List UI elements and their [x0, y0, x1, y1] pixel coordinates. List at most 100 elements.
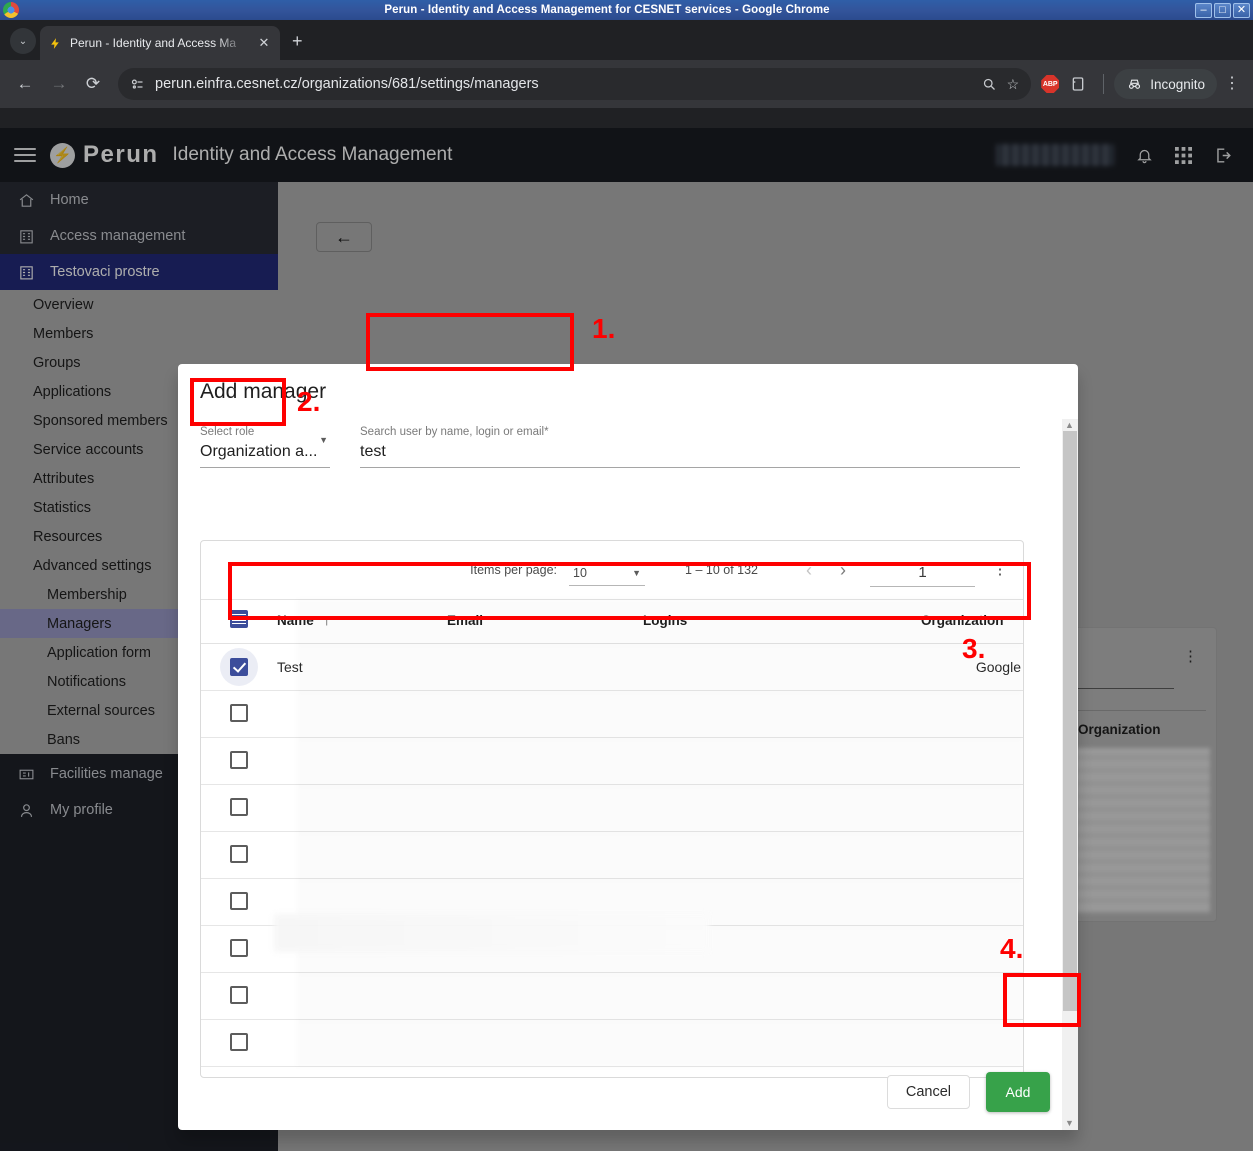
row-select-cell[interactable]: [201, 1020, 277, 1067]
cell-name: Test: [277, 644, 447, 691]
cell-email: [447, 785, 643, 832]
forward-button[interactable]: →: [44, 69, 74, 99]
items-per-page-value: 10: [573, 566, 587, 580]
column-label: Name: [277, 613, 314, 628]
window-titlebar: Perun - Identity and Access Management f…: [0, 0, 1253, 20]
row-select-cell[interactable]: [201, 785, 277, 832]
table-row[interactable]: Test Google: [201, 644, 1024, 691]
minimize-icon: –: [1196, 4, 1211, 17]
maximize-icon: □: [1215, 4, 1230, 17]
paginator-menu-icon[interactable]: ⋮: [991, 566, 1009, 574]
select-role-label: Select role: [200, 426, 330, 438]
results-panel: Items per page: 10 ▼ 1 – 10 of 132 ‹ › 1…: [200, 540, 1024, 1078]
cell-organization: [921, 973, 1024, 1020]
select-all-header[interactable]: [201, 600, 277, 644]
cell-logins: [643, 785, 921, 832]
row-checkbox[interactable]: [230, 986, 248, 1004]
cell-name: [277, 691, 447, 738]
scrollbar-thumb[interactable]: [1063, 431, 1077, 1011]
select-role-value: Organization a...: [200, 443, 330, 461]
add-manager-dialog: Add manager ▲ ▼ Select role Organization…: [178, 364, 1078, 1130]
scroll-up-icon[interactable]: ▲: [1065, 420, 1074, 430]
adblock-plus-icon[interactable]: ABP: [1041, 75, 1059, 93]
add-button[interactable]: Add: [986, 1072, 1050, 1112]
search-user-field[interactable]: Search user by name, login or email* tes…: [360, 426, 1020, 468]
cell-organization: [921, 691, 1024, 738]
row-checkbox[interactable]: [230, 751, 248, 769]
maximize-button[interactable]: □: [1214, 3, 1231, 18]
column-header-email[interactable]: Email: [447, 600, 643, 644]
dialog-scrollbar[interactable]: ▲ ▼: [1062, 419, 1078, 1130]
reload-button[interactable]: ⟳: [78, 69, 108, 99]
scroll-down-icon[interactable]: ▼: [1065, 1118, 1074, 1128]
back-button[interactable]: ←: [10, 69, 40, 99]
row-select-cell[interactable]: [201, 691, 277, 738]
tab-close-icon[interactable]: ✕: [256, 35, 272, 51]
row-checkbox[interactable]: [230, 892, 248, 910]
close-icon: ✕: [1234, 4, 1249, 17]
row-select-cell[interactable]: [201, 973, 277, 1020]
table-header-row: Name ↑ Email Logins Organization: [201, 600, 1024, 644]
previous-page-button[interactable]: ‹: [792, 560, 826, 581]
table-row[interactable]: [201, 738, 1024, 785]
table-row[interactable]: [201, 1020, 1024, 1067]
paginator: Items per page: 10 ▼ 1 – 10 of 132 ‹ › 1…: [201, 541, 1023, 599]
items-per-page-label: Items per page:: [470, 563, 557, 577]
cell-email: [447, 691, 643, 738]
perun-favicon: [48, 36, 62, 50]
row-checkbox[interactable]: [230, 658, 248, 676]
minimize-button[interactable]: –: [1195, 3, 1212, 18]
row-checkbox[interactable]: [230, 704, 248, 722]
row-select-cell[interactable]: [201, 644, 277, 691]
row-checkbox[interactable]: [230, 845, 248, 863]
row-checkbox[interactable]: [230, 798, 248, 816]
table-row[interactable]: [201, 973, 1024, 1020]
tab-strip: ⌄ Perun - Identity and Access Ma ✕ +: [0, 20, 1253, 60]
site-settings-icon[interactable]: [130, 77, 145, 92]
zoom-icon[interactable]: [982, 77, 997, 92]
close-button[interactable]: ✕: [1233, 3, 1250, 18]
cell-email: [447, 1020, 643, 1067]
cell-name: [277, 973, 447, 1020]
table-row[interactable]: [201, 832, 1024, 879]
table-row[interactable]: [201, 691, 1024, 738]
url-text: perun.einfra.cesnet.cz/organizations/681…: [155, 76, 972, 92]
omnibox-bar: ← → ⟳ perun.einfra.cesnet.cz/organizatio…: [0, 60, 1253, 108]
omnibox[interactable]: perun.einfra.cesnet.cz/organizations/681…: [118, 68, 1031, 100]
column-header-name[interactable]: Name ↑: [277, 600, 447, 644]
row-select-cell[interactable]: [201, 738, 277, 785]
chrome-menu-icon[interactable]: ⋮: [1221, 76, 1243, 92]
tab-search-button[interactable]: ⌄: [10, 28, 36, 54]
row-select-cell[interactable]: [201, 926, 277, 973]
select-role-field[interactable]: Select role Organization a... ▼: [200, 426, 330, 468]
cell-organization: [921, 738, 1024, 785]
browser-chrome: ⌄ Perun - Identity and Access Ma ✕ + ← →…: [0, 20, 1253, 1131]
incognito-indicator[interactable]: Incognito: [1114, 69, 1217, 99]
table-row[interactable]: [201, 785, 1024, 832]
browser-tab[interactable]: Perun - Identity and Access Ma ✕: [40, 26, 280, 60]
cancel-button[interactable]: Cancel: [887, 1075, 970, 1109]
cell-organization: [921, 832, 1024, 879]
page-number-input[interactable]: 1: [870, 564, 975, 587]
search-user-label: Search user by name, login or email*: [360, 426, 1020, 438]
chevron-down-icon[interactable]: ▼: [319, 435, 328, 445]
row-checkbox[interactable]: [230, 1033, 248, 1051]
bookmark-star-icon[interactable]: ☆: [1007, 76, 1020, 93]
select-all-checkbox[interactable]: [230, 610, 248, 628]
next-page-button[interactable]: ›: [826, 560, 860, 581]
extensions-icon[interactable]: [1063, 69, 1093, 99]
row-select-cell[interactable]: [201, 832, 277, 879]
search-input[interactable]: test: [360, 443, 1020, 461]
window-title: Perun - Identity and Access Management f…: [19, 4, 1195, 16]
cell-logins: [643, 738, 921, 785]
cell-logins: [643, 1020, 921, 1067]
chrome-app-icon: [3, 2, 19, 18]
cell-organization: [921, 1020, 1024, 1067]
column-header-logins[interactable]: Logins: [643, 600, 921, 644]
items-per-page-select[interactable]: 10 ▼: [569, 566, 645, 586]
row-checkbox[interactable]: [230, 939, 248, 957]
omnibox-divider: [1103, 74, 1104, 94]
row-select-cell[interactable]: [201, 879, 277, 926]
new-tab-button[interactable]: +: [292, 31, 303, 52]
sort-ascending-icon: ↑: [324, 613, 331, 628]
